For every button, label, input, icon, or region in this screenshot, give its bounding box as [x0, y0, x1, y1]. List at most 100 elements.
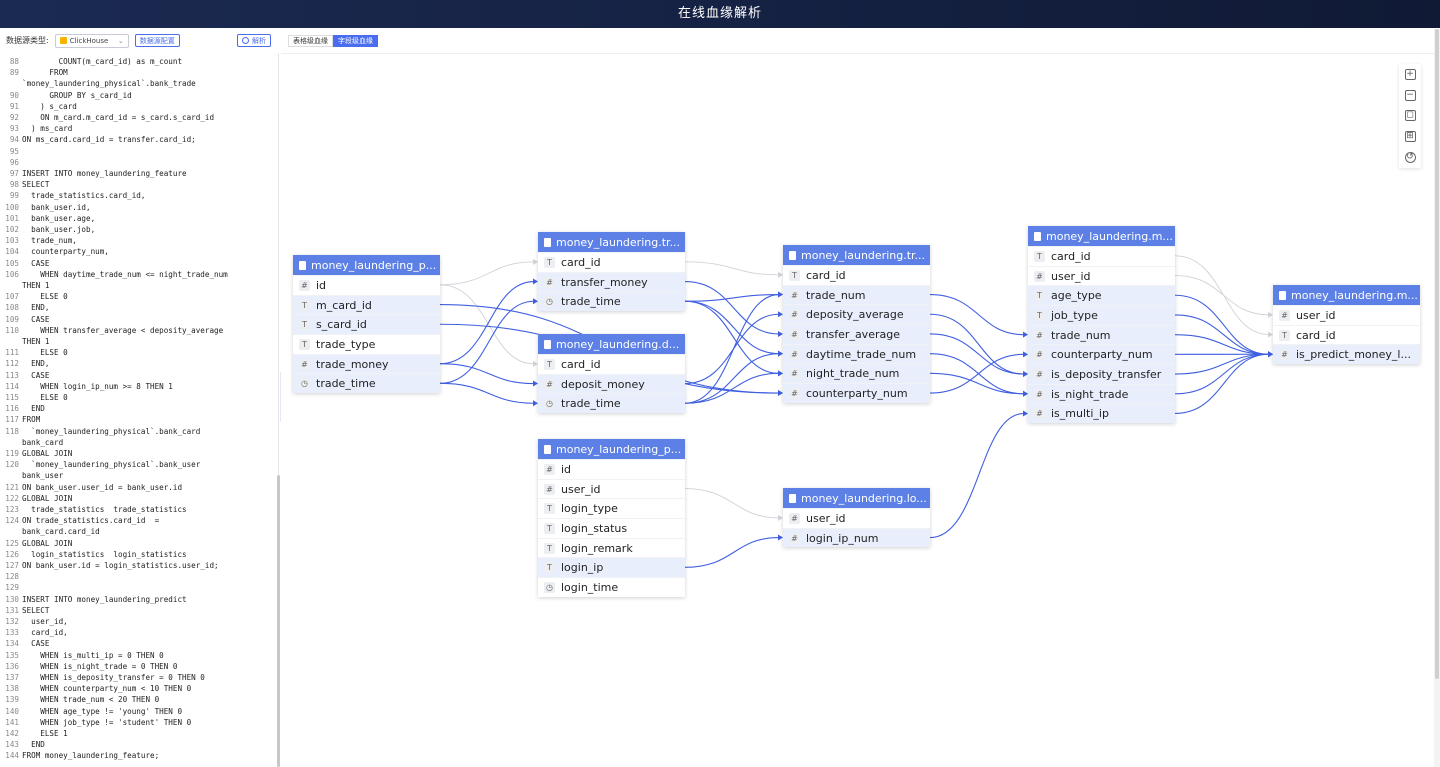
code-text: ) ms_card — [22, 124, 73, 134]
node-field-row[interactable]: ◷ login_time — [538, 577, 685, 597]
lineage-table-node[interactable]: money_laundering.m... Tcard_id # user_id Tag… — [1028, 226, 1175, 424]
editor-scrollbar[interactable] — [277, 475, 280, 767]
node-header[interactable]: money_laundering.m... — [1028, 226, 1175, 246]
parse-button[interactable]: 解析 — [237, 34, 271, 47]
line-number: 125 — [5, 538, 19, 548]
node-field-row[interactable]: # trade_money — [293, 353, 440, 374]
node-header[interactable]: money_laundering.tr... — [538, 232, 685, 252]
number-type-icon: # — [544, 483, 555, 495]
node-field-row[interactable]: Tm_card_id — [293, 294, 440, 315]
lineage-table-node[interactable]: money_laundering.tr... Tcard_id # transfer_… — [538, 232, 685, 312]
lineage-canvas[interactable] — [281, 53, 1440, 767]
node-header[interactable]: money_laundering.lo... — [783, 488, 930, 508]
lineage-table-node[interactable]: money_laundering.m... # user_id Tcard_id # is… — [1273, 285, 1420, 365]
node-field-row[interactable]: Tlogin_ip — [538, 557, 685, 578]
node-field-row[interactable]: # is_multi_ip — [1028, 403, 1175, 424]
node-field-row[interactable]: ◷ trade_time — [538, 393, 685, 414]
node-field-row[interactable]: # deposit_money — [538, 373, 685, 394]
field-name: transfer_average — [806, 327, 900, 341]
node-title: money_laundering.m... — [1291, 288, 1418, 302]
node-field-row[interactable]: Tcard_id — [538, 354, 685, 374]
node-field-row[interactable]: ◷ trade_time — [538, 291, 685, 312]
node-field-row[interactable]: # is_deposity_transfer — [1028, 364, 1175, 384]
number-type-icon: # — [789, 309, 800, 321]
field-name: is_deposity_transfer — [1051, 367, 1162, 381]
datasource-config-button[interactable]: 数据源配置 — [134, 34, 180, 47]
lineage-table-node[interactable]: money_laundering.lo... # user_id # login_ip_… — [783, 488, 930, 548]
line-number: 96 — [9, 157, 19, 167]
node-field-row[interactable]: Tcard_id — [538, 252, 685, 272]
node-field-row[interactable]: # user_id — [538, 478, 685, 499]
lineage-table-node[interactable]: money_laundering_p... # id Tm_card_id Ts_car… — [293, 255, 440, 394]
line-number: 138 — [5, 684, 19, 694]
node-field-row[interactable]: Tlogin_status — [538, 518, 685, 538]
line-number: 135 — [5, 650, 19, 660]
node-field-row[interactable]: Tage_type — [1028, 285, 1175, 306]
node-field-row[interactable]: # night_trade_num — [783, 363, 930, 384]
node-field-row[interactable]: # counterparty_num — [783, 383, 930, 403]
fit-view-icon[interactable]: ◻ — [1404, 110, 1416, 122]
node-header[interactable]: money_laundering_p... — [293, 255, 440, 275]
node-field-row[interactable]: # transfer_money — [538, 271, 685, 292]
code-line: 125 GLOBAL JOIN — [0, 538, 72, 549]
history-icon[interactable]: ↺ — [1404, 152, 1416, 164]
code-line: THEN 1 — [0, 336, 49, 347]
code-line: 144 FROM money_laundering_feature; — [0, 750, 159, 761]
node-field-row[interactable]: Tlogin_type — [538, 498, 685, 518]
node-field-row[interactable]: Tcard_id — [783, 265, 930, 285]
node-field-row[interactable]: # trade_num — [783, 284, 930, 305]
node-header[interactable]: money_laundering.tr... — [783, 245, 930, 265]
node-field-row[interactable]: # id — [538, 459, 685, 479]
node-field-row[interactable]: Tcard_id — [1028, 246, 1175, 266]
sql-editor[interactable]: 88 COUNT(m_card_id) as m_count 89 FROM `mo… — [0, 53, 279, 767]
line-number: 129 — [5, 583, 19, 593]
node-field-row[interactable]: ◷ trade_time — [293, 373, 440, 394]
node-field-row[interactable]: # transfer_average — [783, 324, 930, 344]
node-header[interactable]: money_laundering_p... — [538, 439, 685, 459]
datasource-select-value: ClickHouse — [69, 36, 109, 45]
code-line: 114 WHEN login_ip_num >= 8 THEN 1 — [0, 381, 173, 392]
node-field-row[interactable]: # login_ip_num — [783, 527, 930, 548]
node-field-row[interactable]: # daytime_trade_num — [783, 343, 930, 364]
lineage-table-node[interactable]: money_laundering_p... # id # user_id Tlogin_t… — [538, 439, 685, 597]
code-line: 121 ON bank_user.user_id = bank_user.id — [0, 482, 182, 493]
node-field-row[interactable]: Ts_card_id — [293, 314, 440, 335]
code-line: THEN 1 — [0, 280, 49, 291]
page-scrollbar-thumb[interactable] — [1435, 29, 1439, 679]
node-field-row[interactable]: Tjob_type — [1028, 305, 1175, 325]
node-field-row[interactable]: # counterparty_num — [1028, 344, 1175, 365]
node-field-row[interactable]: Ttrade_type — [293, 334, 440, 354]
node-header[interactable]: money_laundering.d... — [538, 334, 685, 354]
zoom-in-icon[interactable]: + — [1404, 68, 1416, 80]
code-line: 102 bank_user.job, — [0, 224, 95, 235]
node-field-row[interactable]: # deposity_average — [783, 304, 930, 325]
fullscreen-icon[interactable]: ⊞ — [1404, 131, 1416, 143]
node-field-row[interactable]: # user_id — [1273, 305, 1420, 325]
datasource-select[interactable]: ClickHouse ⌄ — [54, 33, 129, 48]
field-name: trade_time — [316, 377, 376, 391]
code-text: user_id, — [22, 617, 68, 626]
line-number: 144 — [5, 751, 19, 761]
node-field-row[interactable]: # id — [293, 275, 440, 295]
lineage-table-node[interactable]: money_laundering.tr... Tcard_id # trade_num… — [783, 245, 930, 403]
node-field-row[interactable]: Tcard_id — [1273, 324, 1420, 345]
node-field-row[interactable]: Tlogin_remark — [538, 537, 685, 558]
code-text: ) s_card — [22, 101, 77, 111]
code-line: 101 bank_user.age, — [0, 213, 95, 224]
zoom-out-icon[interactable]: − — [1404, 89, 1416, 101]
code-text: END — [22, 404, 45, 414]
lineage-table-node[interactable]: money_laundering.d... Tcard_id # deposit_mo… — [538, 334, 685, 414]
table-icon — [1034, 231, 1041, 241]
tab-field-lineage[interactable]: 字段级血缘 — [333, 35, 378, 47]
node-field-row[interactable]: # is_predict_money_l... — [1273, 344, 1420, 365]
tab-table-lineage[interactable]: 表格级血缘 — [288, 35, 333, 47]
node-field-row[interactable]: # is_night_trade — [1028, 383, 1175, 404]
node-header[interactable]: money_laundering.m... — [1273, 285, 1420, 305]
node-field-row[interactable]: # user_id — [1028, 265, 1175, 286]
node-field-row[interactable]: # trade_num — [1028, 324, 1175, 345]
page-scrollbar[interactable] — [1434, 29, 1440, 767]
line-number: 140 — [5, 706, 19, 716]
node-field-row[interactable]: # user_id — [783, 508, 930, 528]
code-text: FROM money_laundering_feature; — [22, 751, 160, 761]
code-line: 135 WHEN is_multi_ip = 0 THEN 0 — [0, 650, 163, 661]
